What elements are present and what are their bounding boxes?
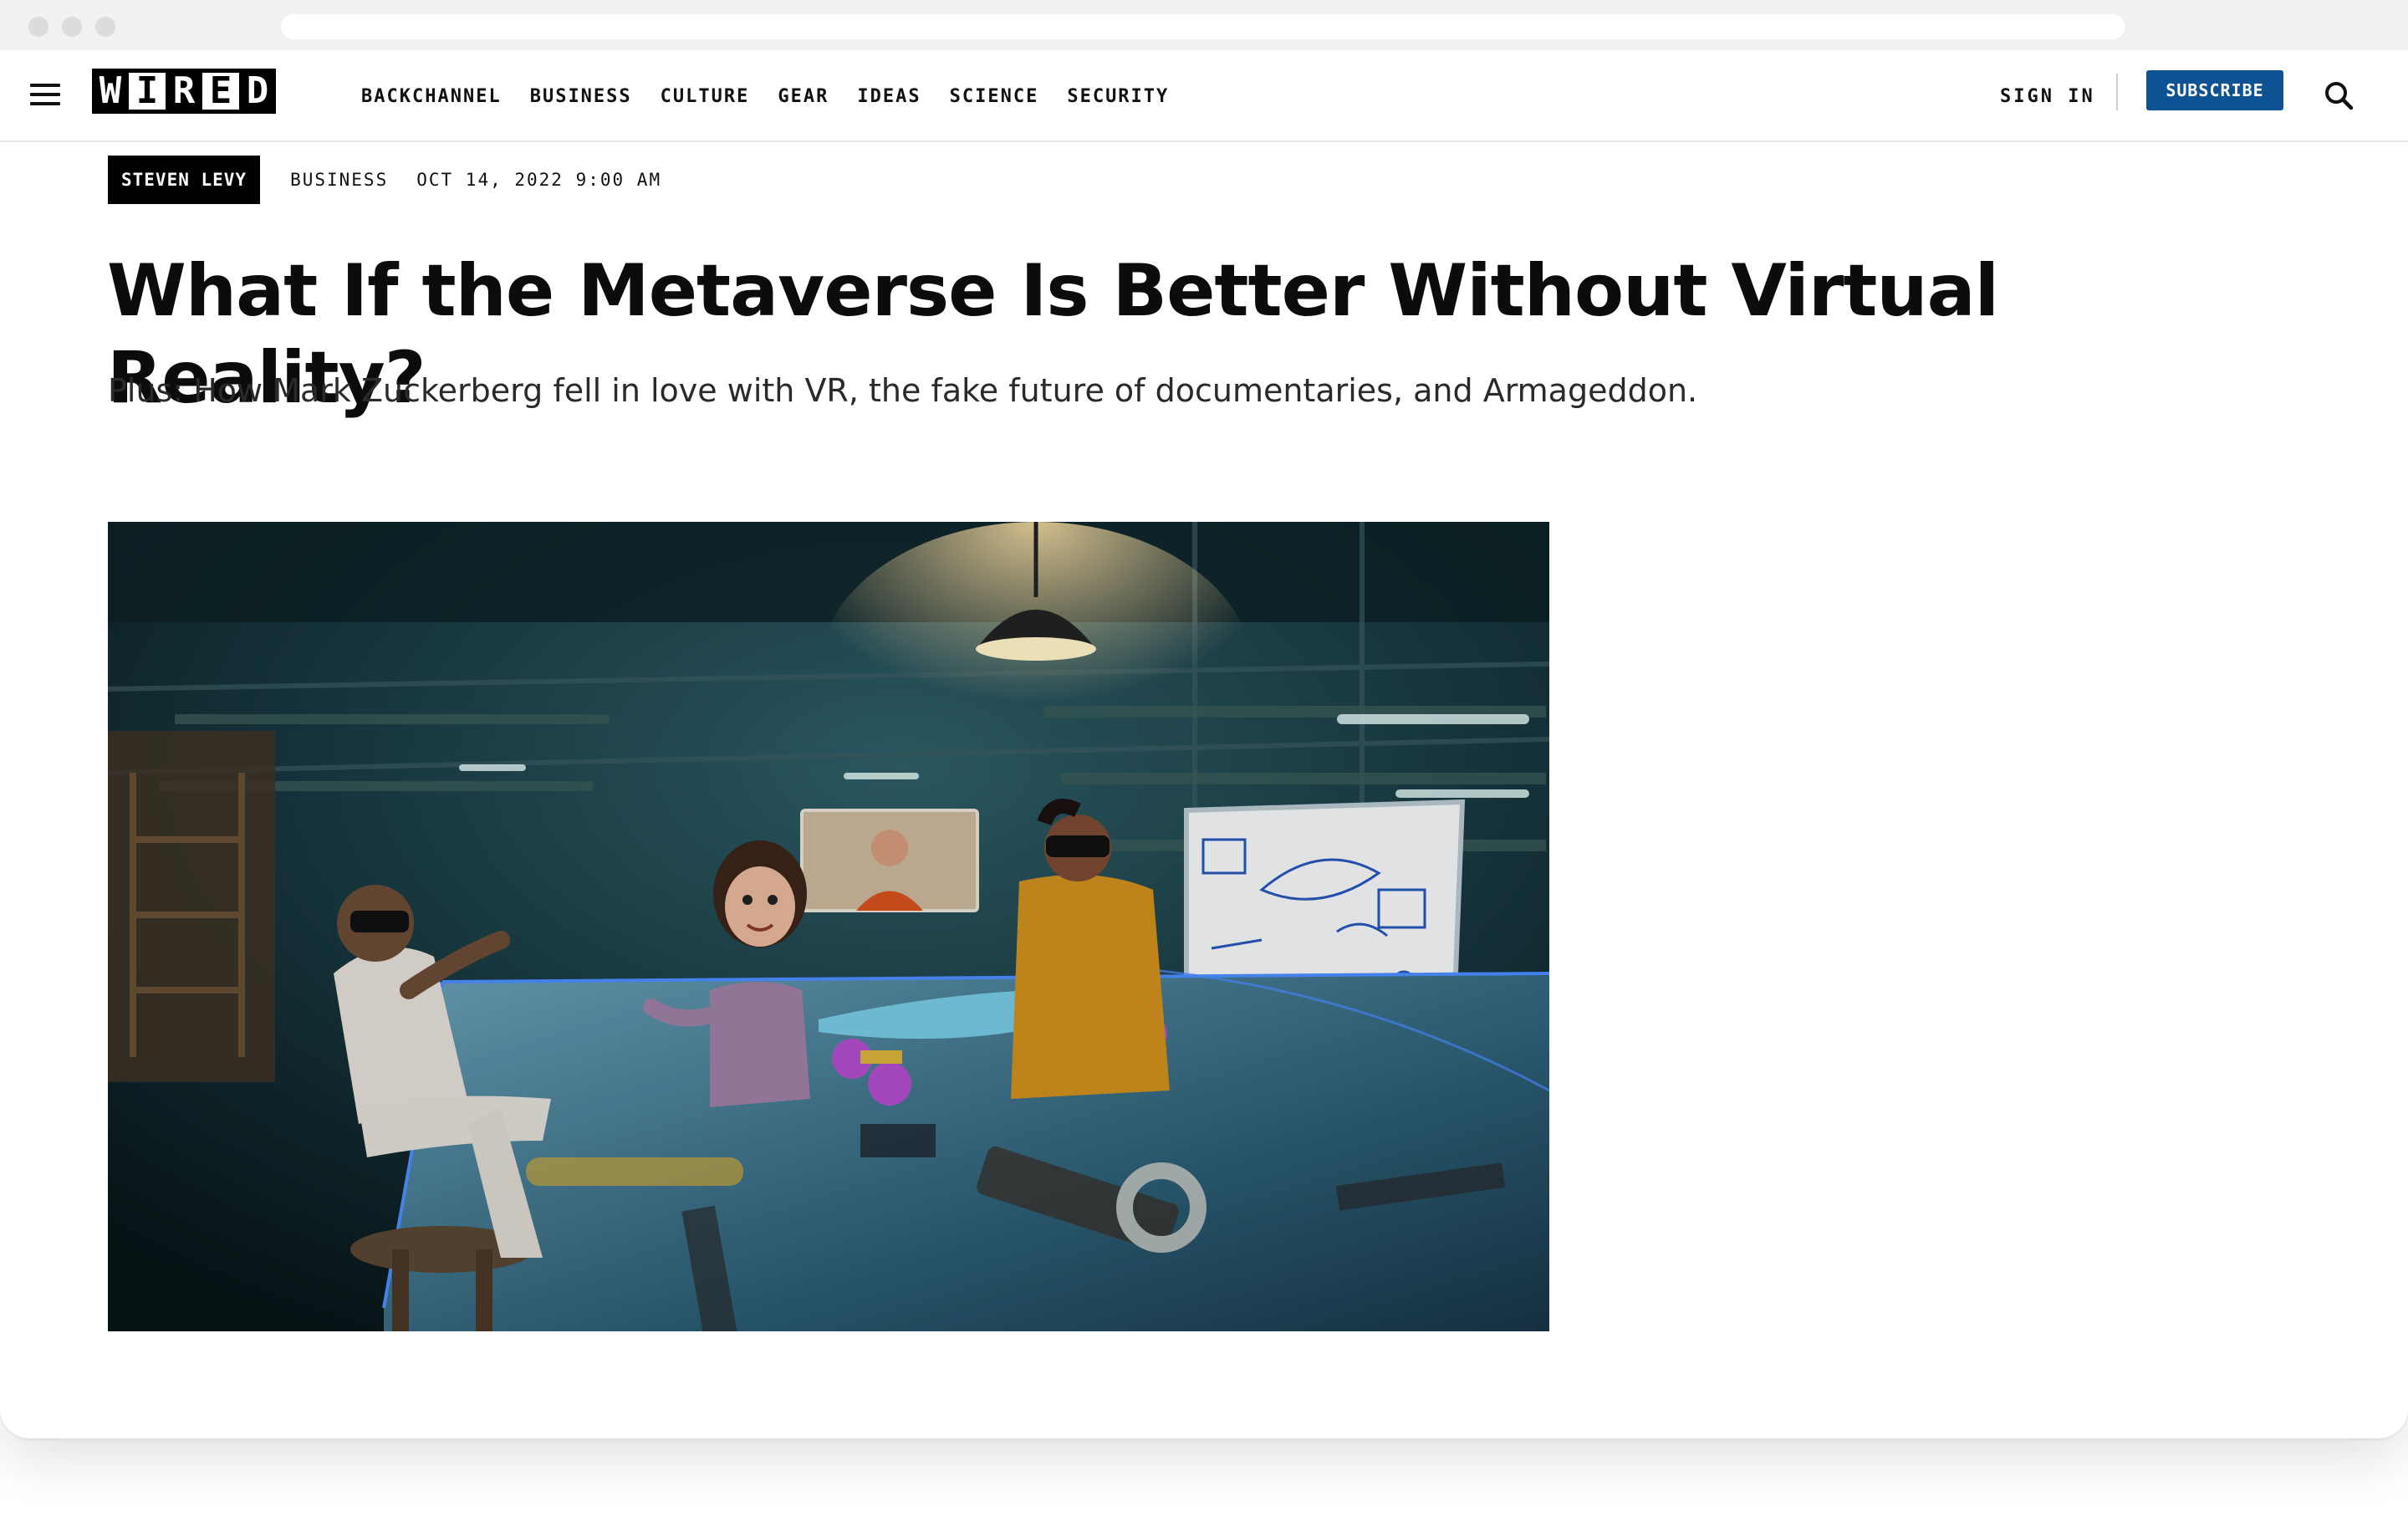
- hero-illustration: [108, 522, 1549, 1331]
- nav-business[interactable]: BUSINESS: [530, 80, 632, 114]
- window-maximize-dot[interactable]: [95, 17, 115, 37]
- header-divider: [2116, 74, 2118, 110]
- nav-backchannel[interactable]: BACKCHANNEL: [361, 80, 502, 114]
- publish-date: OCT 14, 2022 9:00 AM: [416, 170, 662, 190]
- nav-culture[interactable]: CULTURE: [661, 80, 750, 114]
- author-link[interactable]: STEVEN LEVY: [108, 156, 261, 204]
- subscribe-button[interactable]: SUBSCRIBE: [2146, 70, 2283, 110]
- wired-logo[interactable]: W I R E D: [92, 69, 276, 114]
- main-nav: BACKCHANNEL BUSINESS CULTURE GEAR IDEAS …: [361, 80, 1169, 114]
- logo-letter: D: [239, 69, 276, 114]
- browser-toolbar: [0, 0, 2408, 50]
- logo-letter: W: [92, 69, 129, 114]
- site-header: W I R E D BACKCHANNEL BUSINESS CULTURE G…: [0, 50, 2408, 142]
- hero-image: [108, 522, 1549, 1331]
- browser-window: W I R E D BACKCHANNEL BUSINESS CULTURE G…: [0, 0, 2408, 1438]
- logo-letter: R: [166, 69, 202, 114]
- article-meta: STEVEN LEVY BUSINESS OCT 14, 2022 9:00 A…: [108, 156, 661, 204]
- logo-letter: I: [129, 69, 166, 114]
- logo-letter: E: [202, 69, 239, 114]
- search-icon[interactable]: [2322, 79, 2355, 112]
- nav-gear[interactable]: GEAR: [778, 80, 829, 114]
- nav-security[interactable]: SECURITY: [1067, 80, 1169, 114]
- section-link[interactable]: BUSINESS: [290, 170, 388, 190]
- nav-science[interactable]: SCIENCE: [950, 80, 1039, 114]
- nav-ideas[interactable]: IDEAS: [857, 80, 921, 114]
- sign-in-link[interactable]: SIGN IN: [2000, 80, 2095, 114]
- window-close-dot[interactable]: [28, 17, 48, 37]
- address-bar[interactable]: [281, 14, 2125, 39]
- article-dek: Plus: How Mark Zuckerberg fell in love w…: [108, 372, 1698, 409]
- window-minimize-dot[interactable]: [62, 17, 82, 37]
- hamburger-icon[interactable]: [30, 82, 60, 107]
